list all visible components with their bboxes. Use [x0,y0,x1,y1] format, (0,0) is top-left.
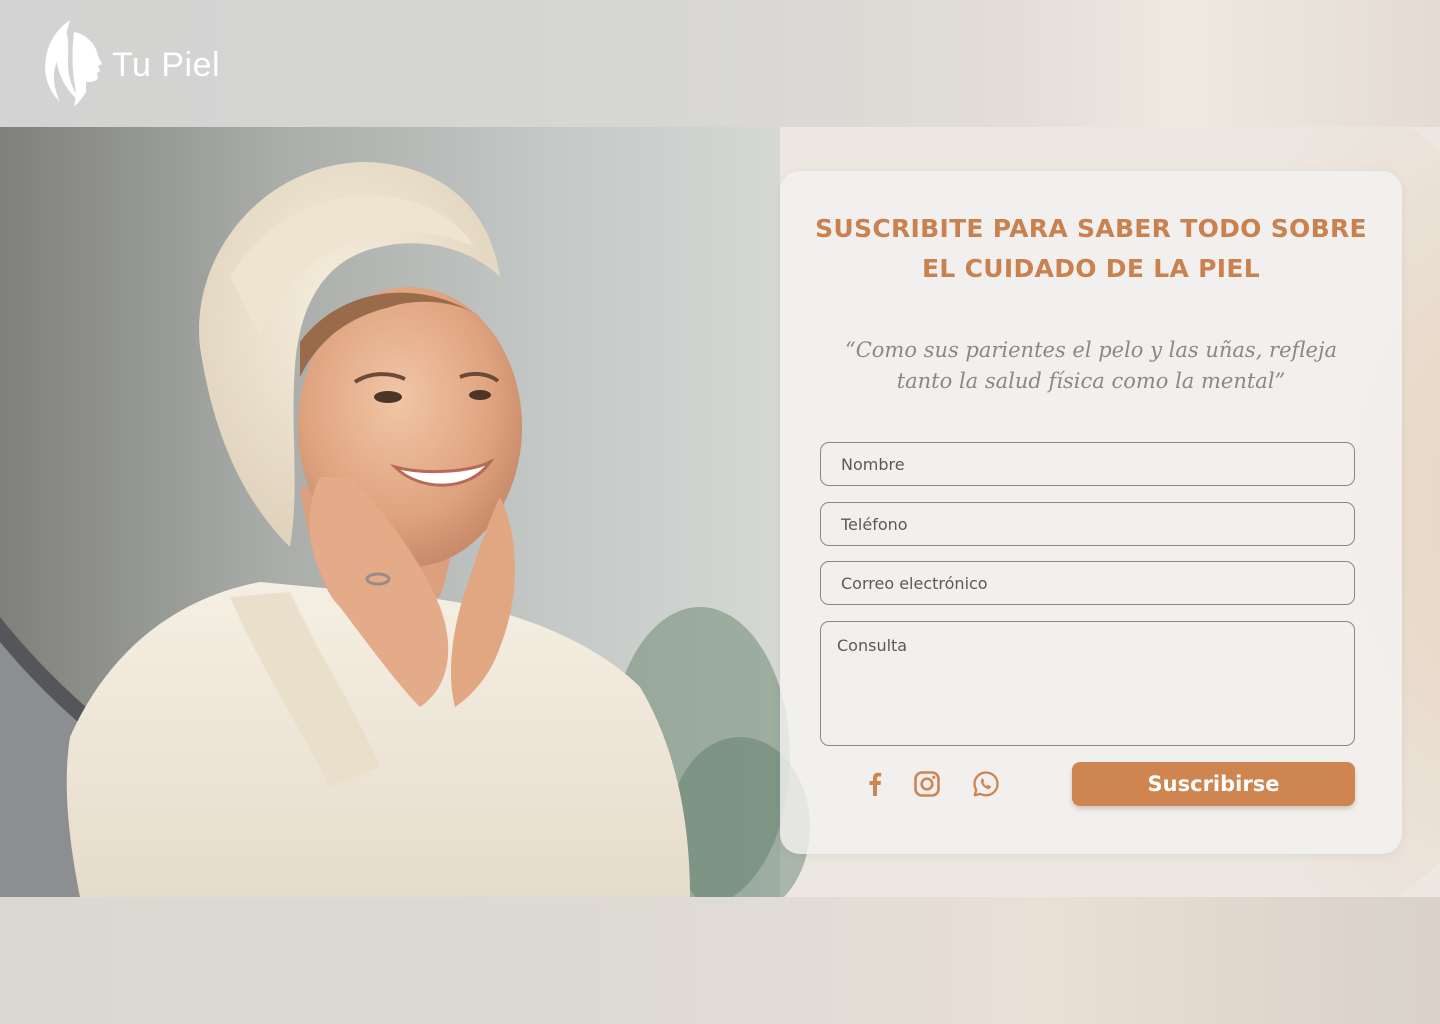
skin-quote-line2: tanto la salud física como la mental” [896,369,1286,393]
skin-quote: “Como sus parientes el pelo y las uñas, … [810,335,1372,397]
subscribe-card: SUSCRIBITE PARA SABER TODO SOBRE EL CUID… [780,171,1402,854]
subscribe-title-line2: EL CUIDADO DE LA PIEL [922,254,1260,283]
facebook-icon[interactable] [860,769,890,799]
page-footer [0,897,1440,1024]
email-field[interactable] [820,561,1355,605]
name-field[interactable] [820,442,1355,486]
instagram-icon[interactable] [912,769,942,799]
whatsapp-icon[interactable] [971,769,1001,799]
phone-field[interactable] [820,502,1355,546]
message-field[interactable] [820,621,1355,746]
woman-profile-icon [45,20,102,106]
brand-logo[interactable]: Tu Piel [40,18,240,110]
brand-name: Tu Piel [112,46,221,84]
subscribe-button[interactable]: Suscribirse [1072,762,1355,806]
page-header: Tu Piel [0,0,1440,127]
subscribe-title: SUSCRIBITE PARA SABER TODO SOBRE EL CUID… [780,209,1402,289]
subscribe-title-line1: SUSCRIBITE PARA SABER TODO SOBRE [815,214,1367,243]
skin-quote-line1: “Como sus parientes el pelo y las uñas, … [844,338,1337,362]
